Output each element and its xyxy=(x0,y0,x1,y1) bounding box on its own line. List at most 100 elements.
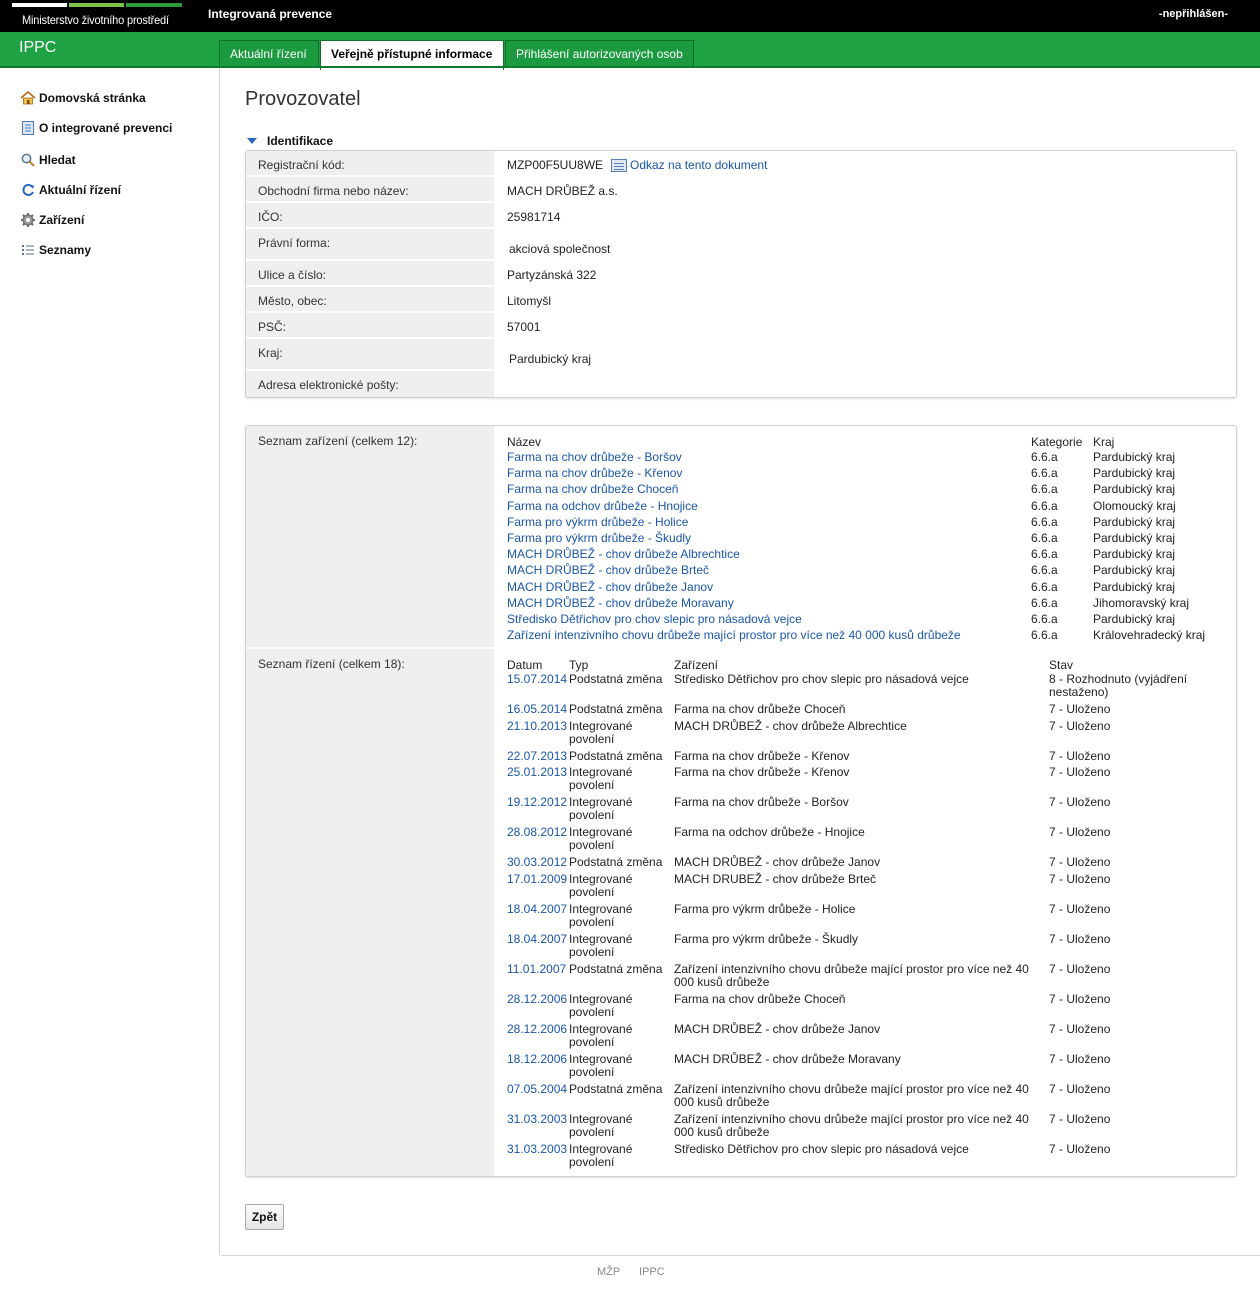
proceeding-facility-line: Farma pro výkrm drůbeže - Škudly xyxy=(674,931,859,946)
document-icon xyxy=(20,120,36,136)
app-title: Integrovaná prevence xyxy=(208,7,333,21)
facility-link[interactable]: Farma na chov drůbeže Choceň xyxy=(507,483,678,496)
field-label: IČO: xyxy=(258,210,283,224)
proceeding-date-link[interactable]: 17.01.2009 xyxy=(507,872,567,886)
proceeding-type: Integrované povolení xyxy=(569,796,669,822)
facility-link[interactable]: Farma pro výkrm drůbeže - Škudly xyxy=(507,532,691,545)
proceeding-facility-line: Středisko Dětřichov pro chov slepic pro … xyxy=(674,1141,969,1156)
proceeding-state: 7 - Uloženo xyxy=(1049,992,1229,1006)
facility-category: 6.6.a xyxy=(1031,563,1058,578)
sidebar-item-lists[interactable]: Seznamy xyxy=(20,240,91,260)
proceeding-state: 7 - Uloženo xyxy=(1049,766,1229,779)
facility-link[interactable]: Zařízení intenzivního chovu drůbeže mají… xyxy=(507,629,961,642)
proceeding-facility-line: Farma na chov drůbeže - Boršov xyxy=(674,795,849,809)
proceeding-date-link[interactable]: 28.12.2006 xyxy=(507,992,567,1006)
facility-link[interactable]: MACH DRŮBEŽ - chov drůbeže Albrechtice xyxy=(507,548,740,561)
sidebar-item-facilities[interactable]: Zařízení xyxy=(20,210,84,230)
tab-aktualni-rizeni[interactable]: Aktuální řízení xyxy=(219,40,319,68)
identification-row: PSČ: 57001 xyxy=(246,313,1236,339)
proceeding-date-link[interactable]: 28.12.2006 xyxy=(507,1022,567,1036)
proceeding-date-link[interactable]: 25.01.2013 xyxy=(507,766,567,779)
proceeding-facility-line: Farma na odchov drůbeže - Hnojice xyxy=(674,825,865,839)
field-label: Registrační kód: xyxy=(258,158,345,172)
proceeding-date-link[interactable]: 31.03.2003 xyxy=(507,1112,567,1126)
proceeding-facility-line: Zařízení intenzivního chovu drůbeže mají… xyxy=(674,1111,1029,1126)
footer-link-ippc[interactable]: IPPC xyxy=(639,1266,665,1278)
proceeding-type: Integrované povolení xyxy=(569,932,669,959)
facility-link[interactable]: Středisko Dětřichov pro chov slepic pro … xyxy=(507,613,802,626)
proceeding-date-link[interactable]: 18.12.2006 xyxy=(507,1052,567,1066)
proceeding-state-line: 7 - Uloženo xyxy=(1049,1111,1111,1126)
footer-link-mzp[interactable]: MŽP xyxy=(597,1266,620,1278)
facility-link[interactable]: Farma na chov drůbeže - Boršov xyxy=(507,451,682,464)
tab-prihlaseni-autorizovanych-osob[interactable]: Přihlášení autorizovaných osob xyxy=(505,40,694,68)
facility-link[interactable]: Farma na chov drůbeže - Křenov xyxy=(507,467,682,480)
proceedings-header-facility: Zařízení xyxy=(674,658,719,672)
proceeding-type: Podstatná změna xyxy=(569,749,669,763)
proceeding-type: Integrované povolení xyxy=(569,1142,669,1169)
proceeding-facility: MACH DRŮBEŽ - chov drůbeže Moravany xyxy=(674,1051,1044,1066)
proceeding-type-line: Podstatná změna xyxy=(569,961,663,976)
field-value: MZP00F5UU8WE xyxy=(507,158,604,172)
proceeding-state: 7 - Uloženo xyxy=(1049,901,1229,916)
proceeding-type-line: povolení xyxy=(569,1154,615,1169)
proceeding-date-link[interactable]: 30.03.2012 xyxy=(507,856,567,869)
facility-link[interactable]: Farma na odchov drůbeže - Hnojice xyxy=(507,499,698,513)
ministry-logo[interactable]: Ministerstvo životního prostředí xyxy=(12,3,182,30)
proceeding-date-link[interactable]: 15.07.2014 xyxy=(507,673,567,686)
proceeding-facility: MACH DRŮBEŽ - chov drůbeže Janov xyxy=(674,856,1044,869)
identification-row: Právní forma: akciová společnost xyxy=(246,229,1236,261)
proceeding-type-line: povolení xyxy=(569,1004,615,1019)
proceeding-type-line: povolení xyxy=(569,884,615,899)
identification-row: Obchodní firma nebo název: MACH DRŮBEŽ a.… xyxy=(246,177,1236,203)
proceeding-facility-line: Farma na chov drůbeže - Křenov xyxy=(674,765,850,779)
proceeding-facility-line: MACH DRŮBEŽ - chov drůbeže Albrechtice xyxy=(674,718,907,733)
facility-link[interactable]: Farma pro výkrm drůbeže - Holice xyxy=(507,515,688,529)
proceeding-date-link[interactable]: 18.04.2007 xyxy=(507,932,567,946)
proceeding-state-line: 7 - Uloženo xyxy=(1049,901,1111,916)
home-icon xyxy=(20,90,36,106)
facility-link[interactable]: MACH DRŮBEŽ - chov drůbeže Moravany xyxy=(507,596,734,610)
proceeding-type: Integrované povolení xyxy=(569,719,669,746)
proceeding-type-line: Podstatná změna xyxy=(569,672,663,686)
proceeding-date-link[interactable]: 11.01.2007 xyxy=(507,962,566,976)
sidebar-item-home[interactable]: Domovská stránka xyxy=(20,88,146,108)
field-label: Město, obec: xyxy=(258,294,327,308)
proceeding-state-line: 7 - Uloženo xyxy=(1049,748,1111,763)
proceeding-facility: Farma pro výkrm drůbeže - Holice xyxy=(674,902,1044,916)
proceeding-date-link[interactable]: 31.03.2003 xyxy=(507,1142,567,1156)
proceeding-facility: Farma na chov drůbeže - Boršov xyxy=(674,796,1044,809)
facility-category: 6.6.a xyxy=(1031,531,1058,545)
proceeding-date-link[interactable]: 07.05.2004 xyxy=(507,1082,567,1096)
facility-region: Pardubický kraj xyxy=(1093,531,1176,545)
facility-category: 6.6.a xyxy=(1031,612,1058,626)
section-toggle-identification[interactable]: Identifikace xyxy=(247,134,333,148)
brand-ippc[interactable]: IPPC xyxy=(19,39,56,57)
facility-link[interactable]: MACH DRŮBEŽ - chov drůbeže Brteč xyxy=(507,564,709,577)
facility-link[interactable]: MACH DRŮBEŽ - chov drůbeže Janov xyxy=(507,580,713,594)
proceeding-date-link[interactable]: 22.07.2013 xyxy=(507,749,567,763)
label-column xyxy=(246,426,494,1176)
ministry-name: Ministerstvo životního prostředí xyxy=(22,13,169,27)
sidebar-item-about[interactable]: O integrované prevenci xyxy=(20,118,172,138)
proceeding-type-line: Integrované xyxy=(569,901,633,916)
proceeding-date-link[interactable]: 19.12.2012 xyxy=(507,796,567,809)
proceeding-facility: MACH DRUBEŽ - chov drůbeže Brteč xyxy=(674,872,1044,886)
sidebar-item-label: Seznamy xyxy=(39,243,92,257)
proceeding-state: 7 - Uloženo xyxy=(1049,962,1229,976)
proceeding-date-link[interactable]: 21.10.2013 xyxy=(507,719,567,733)
proceeding-type-line: Integrované xyxy=(569,1111,633,1126)
row-separator xyxy=(246,647,494,649)
proceeding-date-link[interactable]: 18.04.2007 xyxy=(507,902,567,916)
proceeding-date-link[interactable]: 16.05.2014 xyxy=(507,703,567,716)
back-button[interactable]: Zpět xyxy=(245,1204,284,1230)
field-label: PSČ: xyxy=(258,320,287,334)
sidebar-item-search[interactable]: Hledat xyxy=(20,150,76,170)
proceeding-facility-line: Farma na chov drůbeže Choceň xyxy=(674,991,846,1006)
proceeding-facility-line: MACH DRŮBEŽ - chov drůbeže Moravany xyxy=(674,1051,901,1066)
facility-region: Pardubický kraj xyxy=(1093,450,1176,464)
sidebar-item-current-proceedings[interactable]: Aktuální řízení xyxy=(20,180,121,200)
proceeding-state-line: 7 - Uloženo xyxy=(1049,718,1111,733)
proceeding-date-link[interactable]: 28.08.2012 xyxy=(507,826,567,839)
field-label: Právní forma: xyxy=(258,236,331,250)
